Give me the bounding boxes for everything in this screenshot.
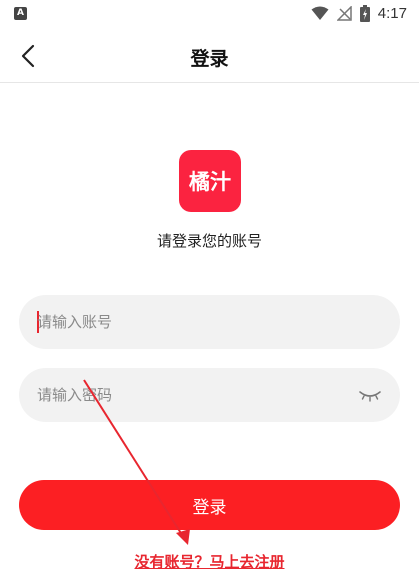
app-logo: 橘汁 (179, 150, 241, 212)
password-input[interactable] (37, 368, 357, 422)
login-subtitle: 请登录您的账号 (156, 232, 262, 250)
page-title: 登录 (190, 48, 229, 70)
register-link[interactable]: 没有账号？马上去注册 (0, 551, 419, 572)
eye-closed-icon[interactable] (358, 387, 382, 403)
battery-icon (359, 5, 370, 22)
notification-indicator: A (14, 7, 27, 20)
logo-text: 橘汁 (189, 170, 231, 194)
account-input[interactable] (37, 295, 357, 349)
account-field[interactable] (19, 295, 400, 349)
status-bar: A 4:17 (0, 0, 419, 30)
password-field[interactable] (19, 368, 400, 422)
nav-bar: 登录 (0, 30, 419, 83)
login-button[interactable]: 登录 (19, 480, 400, 530)
wifi-icon (311, 6, 329, 20)
status-icons: 4:17 (311, 5, 407, 22)
no-signal-icon (336, 6, 352, 21)
clock: 4:17 (377, 5, 407, 22)
